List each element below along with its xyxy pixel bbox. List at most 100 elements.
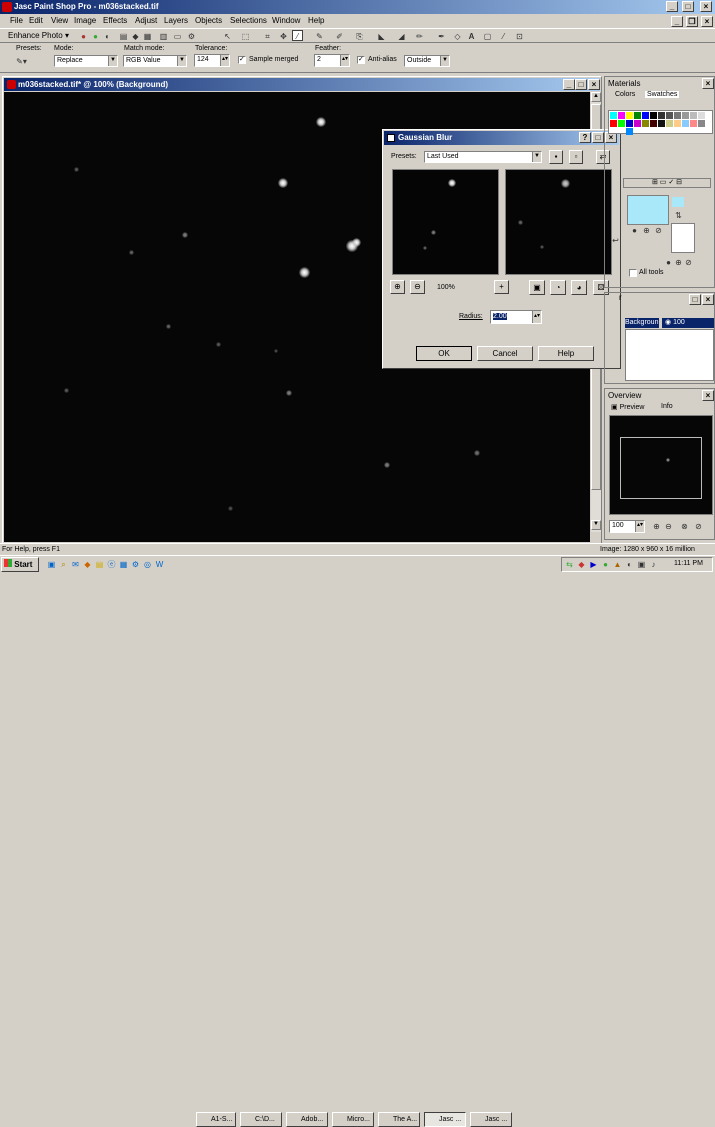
small-fg-swatch[interactable] xyxy=(672,197,684,207)
mode-select[interactable]: Replace ▼ xyxy=(54,55,118,67)
swatch[interactable] xyxy=(610,112,617,119)
foreground-color-swatch[interactable] xyxy=(627,195,669,225)
menu-effects[interactable]: Effects xyxy=(103,14,127,28)
swatch[interactable] xyxy=(642,120,649,127)
swatch[interactable] xyxy=(698,112,705,119)
dialog-presets-select[interactable]: Last Used ▼ xyxy=(424,151,542,163)
feather-input[interactable]: 2 ▴▾ xyxy=(314,54,350,67)
contrast-icon[interactable]: ◐ xyxy=(102,31,113,42)
tray-update-icon[interactable]: ● xyxy=(600,559,611,570)
doc-minimize-button[interactable]: _ xyxy=(671,16,683,27)
overview-close-button[interactable]: × xyxy=(702,390,714,401)
scroll-up-button[interactable]: ▲ xyxy=(591,92,601,102)
swap-arrow-icon[interactable]: ↩ xyxy=(610,235,621,246)
menu-help[interactable]: Help xyxy=(308,14,324,28)
tray-app-icon[interactable]: ▲ xyxy=(612,559,623,570)
delete-preset-button[interactable]: ▫ xyxy=(569,150,583,164)
text-tool-icon[interactable]: A xyxy=(466,31,477,42)
maximize-button[interactable]: □ xyxy=(682,1,694,12)
cancel-button[interactable]: Cancel xyxy=(477,346,533,361)
tray-monitor-icon[interactable]: ▣ xyxy=(636,559,647,570)
preset-shape-icon[interactable]: ▢ xyxy=(482,31,493,42)
taskbar-item[interactable]: Micro... xyxy=(332,1112,374,1127)
dropper-tool-icon[interactable]: ✎ xyxy=(314,31,325,42)
zoom-in-icon[interactable]: ⊕ xyxy=(651,521,662,532)
zoom-fit-icon[interactable]: ⊘ xyxy=(693,521,704,532)
quicklaunch-doc-icon[interactable]: ▦ xyxy=(118,559,129,570)
quicklaunch-mail-icon[interactable]: ✉ xyxy=(70,559,81,570)
tab-colors[interactable]: Colors xyxy=(615,91,635,98)
noise-icon[interactable]: ▦ xyxy=(142,31,153,42)
spin-icon[interactable]: ▴▾ xyxy=(340,55,349,66)
doc-win-minimize-button[interactable]: _ xyxy=(563,79,575,90)
start-button[interactable]: Start xyxy=(1,557,39,572)
overview-viewport-rect[interactable] xyxy=(620,437,702,499)
swatch[interactable] xyxy=(618,112,625,119)
layer-visibility[interactable]: ◉ 100 xyxy=(662,318,714,328)
presets-dropdown-icon[interactable]: ✎▾ xyxy=(16,56,27,67)
swatch-grid[interactable] xyxy=(608,110,713,135)
background-color-swatch[interactable] xyxy=(671,223,695,253)
no-style-icon[interactable]: ⊘ xyxy=(653,225,664,236)
sharpen-icon[interactable]: ◆ xyxy=(130,31,141,42)
taskbar-item[interactable]: Adob... xyxy=(286,1112,328,1127)
quicklaunch-tool-icon[interactable]: ⚙ xyxy=(130,559,141,570)
menu-objects[interactable]: Objects xyxy=(195,14,222,28)
before-preview[interactable] xyxy=(392,169,499,275)
after-preview[interactable] xyxy=(505,169,612,275)
no-style-icon[interactable]: ⊘ xyxy=(683,257,694,268)
zoom-out-icon[interactable]: ⊖ xyxy=(663,521,674,532)
navigate-button[interactable]: + xyxy=(494,280,509,294)
tab-info[interactable]: Info xyxy=(661,403,673,410)
quicklaunch-app-icon[interactable]: ◆ xyxy=(82,559,93,570)
pen-tool-icon[interactable]: ✒ xyxy=(436,31,447,42)
proof-button[interactable]: ◕ xyxy=(571,280,587,295)
arrow-tool-icon[interactable]: ↖ xyxy=(222,31,233,42)
help-button[interactable]: Help xyxy=(538,346,594,361)
object-selector-icon[interactable]: ⊡ xyxy=(514,31,525,42)
texture-icon[interactable]: ⊕ xyxy=(641,225,652,236)
auto-proof-button[interactable]: ◔ xyxy=(550,280,566,295)
ok-button[interactable]: OK xyxy=(416,346,472,361)
sample-merged-checkbox[interactable]: ✓ xyxy=(238,56,246,64)
move-tool-icon[interactable]: ✥ xyxy=(278,31,289,42)
swatch[interactable] xyxy=(674,120,681,127)
swatch[interactable] xyxy=(666,120,673,127)
swatch[interactable] xyxy=(674,112,681,119)
close-button[interactable]: × xyxy=(700,1,712,12)
anti-alias-checkbox[interactable]: ✓ xyxy=(357,56,365,64)
taskbar-item[interactable]: A1-S... xyxy=(196,1112,236,1127)
crop-tool-icon[interactable]: ⌗ xyxy=(262,31,273,42)
dialog-maximize-button[interactable]: □ xyxy=(592,132,604,143)
all-tools-checkbox[interactable] xyxy=(629,269,637,277)
zoom-in-button[interactable]: ⊕ xyxy=(390,280,405,294)
tray-media-icon[interactable]: ▶ xyxy=(588,559,599,570)
taskbar-item-active[interactable]: Jasc ... xyxy=(424,1112,466,1127)
save-preset-button[interactable]: ▪ xyxy=(549,150,563,164)
magic-wand-icon[interactable]: ⁄ xyxy=(292,30,303,41)
swatch[interactable] xyxy=(658,112,665,119)
settings-icon[interactable]: ⚙ xyxy=(186,31,197,42)
swatch[interactable] xyxy=(626,128,633,135)
taskbar-item[interactable]: The A... xyxy=(378,1112,420,1127)
doc-win-maximize-button[interactable]: □ xyxy=(575,79,587,90)
swatch[interactable] xyxy=(658,120,665,127)
red-eye-icon[interactable]: ● xyxy=(78,31,89,42)
quicklaunch-folder-icon[interactable]: ▤ xyxy=(94,559,105,570)
menu-file[interactable]: File xyxy=(10,14,23,28)
menu-layers[interactable]: Layers xyxy=(164,14,188,28)
tray-network-icon[interactable]: ⇆ xyxy=(564,559,575,570)
swatch[interactable] xyxy=(682,112,689,119)
swatch[interactable] xyxy=(642,112,649,119)
quicklaunch-search-icon[interactable]: ⌕ xyxy=(58,559,69,570)
pen-icon[interactable]: ⁄ xyxy=(498,31,509,42)
layers-close-button[interactable]: × xyxy=(702,294,714,305)
spin-icon[interactable]: ▴▾ xyxy=(532,311,541,323)
menu-edit[interactable]: Edit xyxy=(29,14,43,28)
tray-volume-icon[interactable]: ◐ xyxy=(624,559,635,570)
tab-swatches[interactable]: Swatches xyxy=(645,91,680,98)
swatch[interactable] xyxy=(698,120,705,127)
doc-win-close-button[interactable]: × xyxy=(588,79,600,90)
swatch[interactable] xyxy=(690,112,697,119)
layer-row-background[interactable]: Backgroun xyxy=(625,318,659,328)
